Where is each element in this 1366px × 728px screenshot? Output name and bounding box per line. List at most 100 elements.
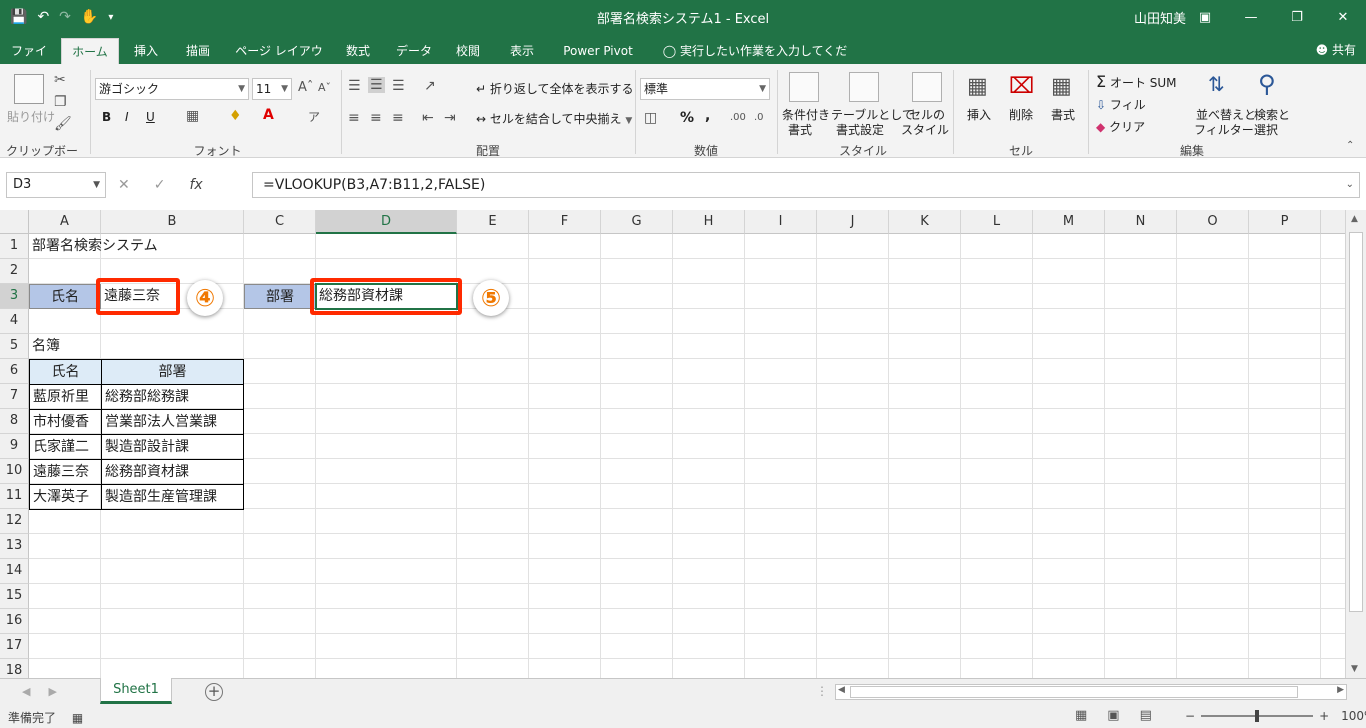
row-header[interactable]: 13 xyxy=(0,534,29,559)
name-box[interactable]: D3 ▼ xyxy=(6,172,106,198)
column-header-b[interactable]: B xyxy=(101,210,244,234)
align-center-icon[interactable]: ≡ xyxy=(370,110,382,126)
tab-page-layout[interactable]: ページ レイアウト xyxy=(232,38,326,84)
borders-icon[interactable]: ▦ xyxy=(186,108,199,124)
row-header[interactable]: 2 xyxy=(0,259,29,284)
table-row-dept[interactable]: 総務部総務課 xyxy=(101,384,244,410)
scroll-up-icon[interactable]: ▲ xyxy=(1351,214,1358,224)
scroll-down-icon[interactable]: ▼ xyxy=(1351,664,1358,674)
add-sheet-icon[interactable]: + xyxy=(205,683,223,701)
decrease-decimal-icon[interactable]: .0 xyxy=(754,112,764,123)
sort-filter-icon[interactable]: ⇅ xyxy=(1208,72,1225,96)
cut-icon[interactable]: ✂ xyxy=(54,72,66,88)
align-right-icon[interactable]: ≡ xyxy=(392,110,404,126)
column-header-a[interactable]: A xyxy=(29,210,101,234)
page-break-view-icon[interactable]: ▤ xyxy=(1140,708,1152,723)
collapse-ribbon-icon[interactable]: ⌃ xyxy=(1346,140,1354,151)
table-row-dept[interactable]: 製造部生産管理課 xyxy=(101,484,244,510)
autosum-button[interactable]: Σ オート SUM xyxy=(1096,72,1177,91)
percent-button[interactable]: % xyxy=(680,110,694,126)
tab-home[interactable]: ホーム xyxy=(61,38,119,64)
column-header-j[interactable]: J xyxy=(817,210,889,234)
table-row-name[interactable]: 遠藤三奈 xyxy=(29,459,102,485)
table-row-name[interactable]: 市村優香 xyxy=(29,409,102,435)
row-header[interactable]: 7 xyxy=(0,384,29,409)
scroll-left-icon[interactable]: ◀ xyxy=(838,685,845,695)
table-row-dept[interactable]: 製造部設計課 xyxy=(101,434,244,460)
column-header-h[interactable]: H xyxy=(673,210,745,234)
table-row-name[interactable]: 氏家謹二 xyxy=(29,434,102,460)
italic-button[interactable]: I xyxy=(125,110,129,124)
underline-button[interactable]: U xyxy=(146,110,155,124)
table-row-name[interactable]: 藍原祈里 xyxy=(29,384,102,410)
comma-button[interactable]: , xyxy=(705,108,710,124)
sheet-tab-sheet1[interactable]: Sheet1 xyxy=(100,678,172,704)
row-header[interactable]: 12 xyxy=(0,509,29,534)
format-as-table-icon[interactable] xyxy=(849,72,879,102)
tab-file[interactable]: ファイル xyxy=(6,38,52,84)
cell-a5[interactable]: 名簿 xyxy=(29,334,101,359)
merge-center-button[interactable]: ↔ セルを結合して中央揃え ▼ xyxy=(476,110,632,127)
cell-a6[interactable]: 氏名 xyxy=(29,359,102,385)
column-header-d[interactable]: D xyxy=(316,210,457,234)
delete-cells-icon[interactable]: ⌧ xyxy=(1009,74,1034,99)
tab-formulas[interactable]: 数式 xyxy=(338,38,378,64)
zoom-slider[interactable] xyxy=(1201,710,1314,722)
align-left-icon[interactable]: ≡ xyxy=(348,110,360,126)
format-cells-icon[interactable]: ▦ xyxy=(1051,74,1072,99)
prev-sheet-icon[interactable]: ◀ xyxy=(22,685,30,698)
zoom-slider-knob[interactable] xyxy=(1255,710,1260,722)
row-header[interactable]: 1 xyxy=(0,234,29,259)
copy-icon[interactable]: ❐ xyxy=(54,94,67,110)
vertical-scrollbar[interactable]: ▲ ▼ xyxy=(1345,210,1366,678)
number-format-combo[interactable]: 標準 ▼ xyxy=(640,78,770,100)
column-header-i[interactable]: I xyxy=(745,210,817,234)
cell-styles-icon[interactable] xyxy=(912,72,942,102)
fill-color-icon[interactable]: ♦ xyxy=(229,108,242,124)
column-header-k[interactable]: K xyxy=(889,210,961,234)
search-icon[interactable]: ⚲ xyxy=(1258,70,1276,98)
row-header[interactable]: 16 xyxy=(0,609,29,634)
cancel-icon[interactable]: ✕ xyxy=(118,177,130,193)
select-all-corner[interactable] xyxy=(0,210,29,234)
paste-button[interactable]: 貼り付け xyxy=(7,108,55,125)
conditional-formatting-icon[interactable] xyxy=(789,72,819,102)
close-button[interactable]: ✕ xyxy=(1320,0,1366,34)
wrap-text-button[interactable]: ↵ 折り返して全体を表示する xyxy=(476,80,634,97)
column-header-l[interactable]: L xyxy=(961,210,1033,234)
row-header[interactable]: 5 xyxy=(0,334,29,359)
tell-me-search[interactable]: ◯ 実行したい作業を入力してください xyxy=(660,38,850,84)
formula-input[interactable]: =VLOOKUP(B3,A7:B11,2,FALSE) ⌄ xyxy=(252,172,1360,198)
paste-icon[interactable] xyxy=(14,74,44,104)
font-name-combo[interactable]: 游ゴシック ▼ xyxy=(95,78,249,100)
horizontal-scrollbar[interactable]: ◀ ▶ xyxy=(835,684,1347,700)
row-header[interactable]: 14 xyxy=(0,559,29,584)
decrease-font-icon[interactable]: Aˇ xyxy=(318,81,331,94)
increase-decimal-icon[interactable]: .00 xyxy=(730,112,746,123)
vertical-scroll-thumb[interactable] xyxy=(1349,232,1363,612)
ribbon-display-options-icon[interactable]: ▣ xyxy=(1182,0,1228,34)
scroll-right-icon[interactable]: ▶ xyxy=(1337,685,1344,695)
column-header-e[interactable]: E xyxy=(457,210,529,234)
user-name[interactable]: 山田知美 xyxy=(1134,8,1186,27)
delete-cells-button[interactable]: 削除 xyxy=(1009,106,1033,123)
column-header-o[interactable]: O xyxy=(1177,210,1249,234)
align-bottom-icon[interactable]: ☰ xyxy=(392,78,405,94)
row-header[interactable]: 18 xyxy=(0,659,29,678)
row-header[interactable]: 11 xyxy=(0,484,29,509)
column-header-m[interactable]: M xyxy=(1033,210,1105,234)
tab-draw[interactable]: 描画 xyxy=(178,38,218,64)
column-header-g[interactable]: G xyxy=(601,210,673,234)
cell-b6[interactable]: 部署 xyxy=(101,359,244,385)
restore-button[interactable]: ❐ xyxy=(1274,0,1320,34)
cell-a1[interactable]: 部署名検索システム xyxy=(29,234,244,259)
table-row-dept[interactable]: 営業部法人営業課 xyxy=(101,409,244,435)
tab-review[interactable]: 校閲 xyxy=(448,38,488,64)
increase-indent-icon[interactable]: ⇥ xyxy=(444,110,456,126)
insert-function-icon[interactable]: fx xyxy=(189,177,202,193)
zoom-in-icon[interactable]: + xyxy=(1319,709,1329,723)
column-header-n[interactable]: N xyxy=(1105,210,1177,234)
column-header-p[interactable]: P xyxy=(1249,210,1321,234)
insert-cells-button[interactable]: 挿入 xyxy=(967,106,991,123)
phonetic-icon[interactable]: ア xyxy=(308,108,320,125)
